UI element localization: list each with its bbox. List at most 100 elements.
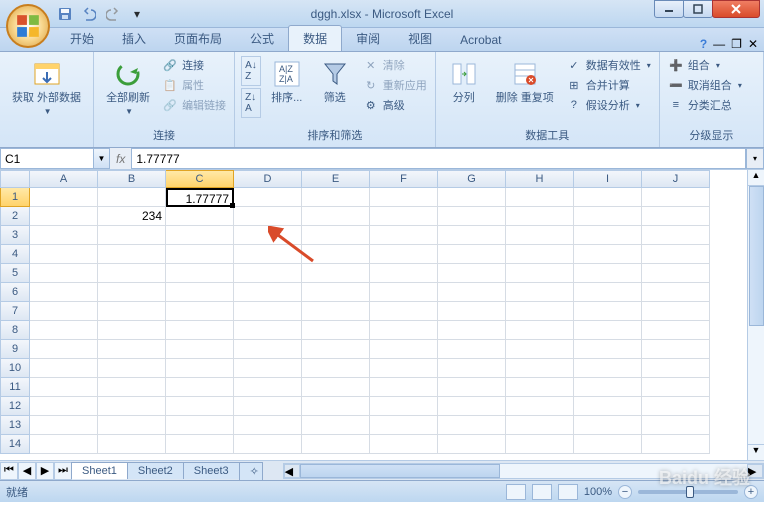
cell[interactable] — [574, 435, 642, 454]
sheet-nav-prev[interactable]: ◀ — [18, 462, 36, 480]
cell[interactable] — [506, 283, 574, 302]
refresh-all-button[interactable]: 全部刷新 ▼ — [100, 56, 156, 118]
cell[interactable] — [506, 321, 574, 340]
ungroup-button[interactable]: ➖取消组合▾ — [666, 76, 744, 94]
cell[interactable] — [30, 188, 98, 207]
cell[interactable] — [370, 207, 438, 226]
sort-button[interactable]: A|ZZ|A 排序... — [265, 56, 309, 107]
view-normal-button[interactable] — [506, 484, 526, 500]
cell[interactable] — [166, 264, 234, 283]
cell[interactable] — [370, 359, 438, 378]
remove-duplicates-button[interactable]: 删除 重复项 — [490, 56, 560, 107]
what-if-button[interactable]: ?假设分析▾ — [564, 96, 653, 114]
fx-icon[interactable]: fx — [116, 152, 125, 166]
scroll-right-icon[interactable]: ▶ — [747, 464, 763, 478]
subtotal-button[interactable]: ≡分类汇总 — [666, 96, 744, 114]
cell[interactable] — [642, 188, 710, 207]
column-header[interactable]: F — [370, 170, 438, 188]
cell[interactable] — [574, 226, 642, 245]
column-header[interactable]: A — [30, 170, 98, 188]
cell[interactable] — [574, 302, 642, 321]
row-header[interactable]: 6 — [0, 283, 30, 302]
cell[interactable] — [234, 188, 302, 207]
qat-dropdown-icon[interactable]: ▾ — [128, 5, 146, 23]
column-header[interactable]: J — [642, 170, 710, 188]
cell[interactable] — [302, 264, 370, 283]
cell[interactable] — [574, 245, 642, 264]
cell[interactable] — [30, 397, 98, 416]
row-header[interactable]: 8 — [0, 321, 30, 340]
redo-icon[interactable] — [104, 5, 122, 23]
cell[interactable] — [302, 283, 370, 302]
sheet-tab-1[interactable]: Sheet1 — [71, 462, 128, 479]
column-header[interactable]: D — [234, 170, 302, 188]
minimize-button[interactable] — [654, 0, 684, 18]
new-sheet-button[interactable]: ✧ — [239, 462, 263, 480]
zoom-level[interactable]: 100% — [584, 486, 612, 498]
cell[interactable] — [370, 435, 438, 454]
doc-restore-icon[interactable]: ❐ — [731, 37, 742, 51]
column-header[interactable]: H — [506, 170, 574, 188]
row-header[interactable]: 14 — [0, 435, 30, 454]
cell[interactable] — [642, 283, 710, 302]
group-button[interactable]: ➕组合▾ — [666, 56, 744, 74]
horizontal-scrollbar[interactable]: ◀ ▶ — [283, 463, 764, 479]
name-box[interactable]: C1 ▼ — [0, 148, 110, 169]
cell[interactable] — [370, 416, 438, 435]
reapply-button[interactable]: ↻重新应用 — [361, 76, 429, 94]
clear-button[interactable]: ✕清除 — [361, 56, 429, 74]
cell[interactable] — [370, 188, 438, 207]
tab-formulas[interactable]: 公式 — [236, 26, 288, 51]
column-header[interactable]: B — [98, 170, 166, 188]
cell[interactable] — [438, 340, 506, 359]
cell[interactable] — [506, 226, 574, 245]
get-external-data-button[interactable]: 获取 外部数据 ▼ — [6, 56, 87, 118]
cell[interactable] — [302, 378, 370, 397]
scroll-thumb[interactable] — [300, 464, 500, 478]
cell[interactable] — [30, 302, 98, 321]
cell[interactable] — [574, 188, 642, 207]
cell[interactable] — [166, 416, 234, 435]
cell[interactable] — [98, 264, 166, 283]
formula-bar-expand[interactable]: ▾ — [746, 148, 764, 169]
cell[interactable] — [98, 226, 166, 245]
cell[interactable] — [98, 188, 166, 207]
cell[interactable] — [98, 245, 166, 264]
cell[interactable] — [166, 321, 234, 340]
column-header[interactable]: I — [574, 170, 642, 188]
cell[interactable] — [98, 359, 166, 378]
cell[interactable] — [166, 302, 234, 321]
sheet-nav-last[interactable]: ⏭ — [54, 462, 72, 480]
column-header[interactable]: C — [166, 170, 234, 188]
cell[interactable] — [438, 321, 506, 340]
doc-minimize-icon[interactable]: — — [713, 37, 725, 51]
cell[interactable] — [506, 207, 574, 226]
cell[interactable] — [574, 397, 642, 416]
cell[interactable] — [370, 264, 438, 283]
cell[interactable] — [642, 264, 710, 283]
cell[interactable] — [642, 207, 710, 226]
cell[interactable] — [302, 416, 370, 435]
cell[interactable] — [98, 435, 166, 454]
cell[interactable] — [642, 435, 710, 454]
formula-input[interactable] — [131, 148, 746, 169]
cell[interactable] — [574, 264, 642, 283]
cell[interactable] — [166, 378, 234, 397]
cell[interactable] — [302, 435, 370, 454]
cell[interactable] — [506, 397, 574, 416]
cell[interactable] — [166, 359, 234, 378]
cell[interactable] — [438, 207, 506, 226]
row-header[interactable]: 13 — [0, 416, 30, 435]
cell[interactable] — [438, 283, 506, 302]
cell[interactable] — [30, 264, 98, 283]
cell[interactable] — [574, 340, 642, 359]
cell[interactable] — [302, 302, 370, 321]
cell[interactable] — [234, 321, 302, 340]
cell[interactable] — [30, 359, 98, 378]
connections-button[interactable]: 🔗连接 — [160, 56, 228, 74]
scroll-thumb[interactable] — [749, 186, 764, 326]
cell[interactable] — [30, 321, 98, 340]
cell[interactable] — [234, 378, 302, 397]
zoom-out-button[interactable]: − — [618, 485, 632, 499]
scroll-down-icon[interactable]: ▼ — [748, 444, 764, 460]
